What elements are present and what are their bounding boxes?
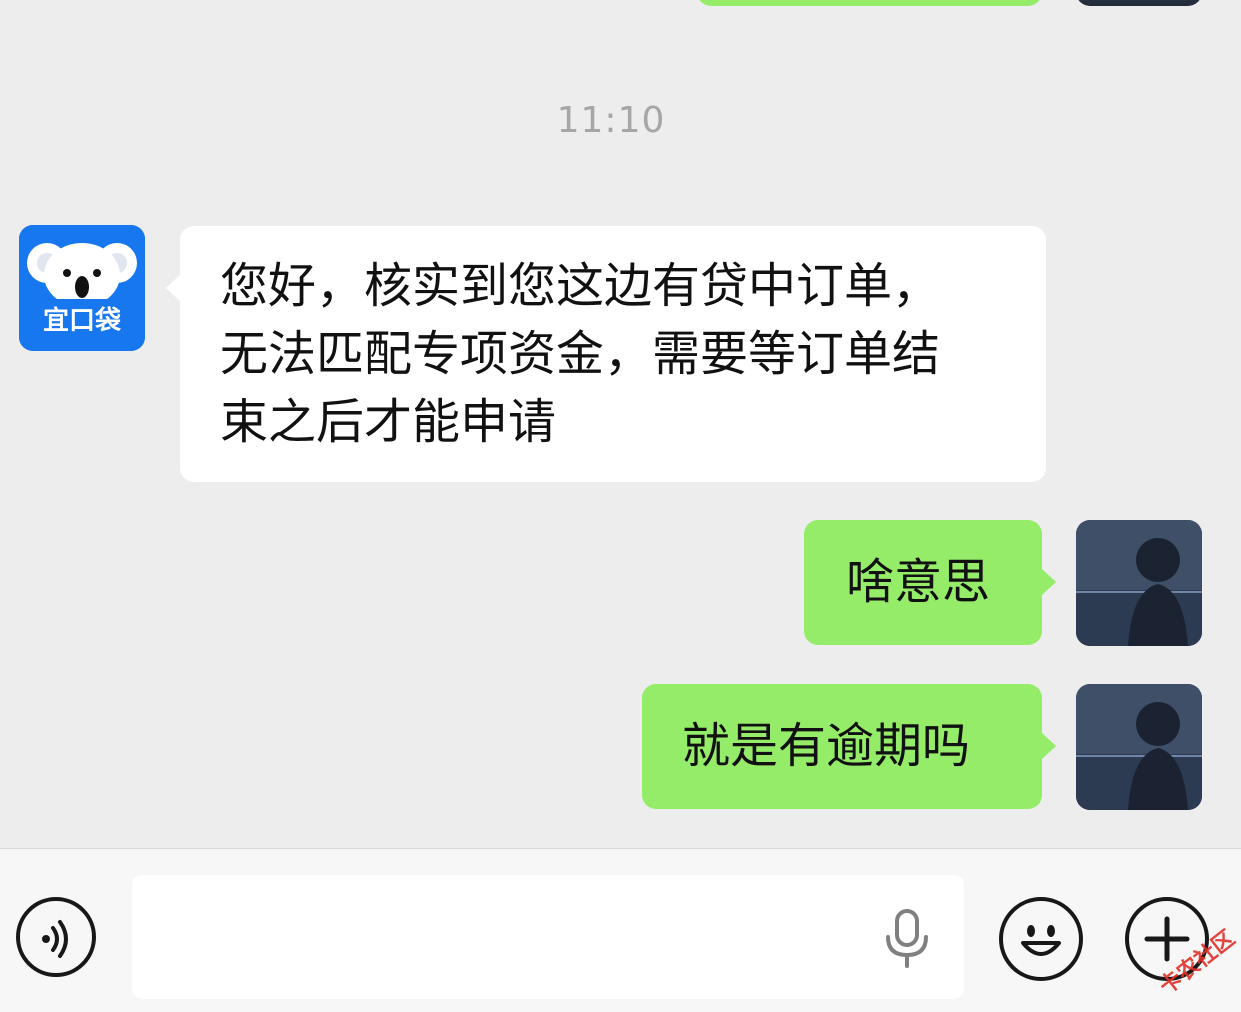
- user-photo: [1076, 520, 1202, 646]
- message-text: 就是有逾期吗: [682, 718, 971, 774]
- user-photo: [1076, 684, 1202, 810]
- plus-icon: [1144, 916, 1190, 962]
- bubble-tail: [166, 274, 181, 302]
- microphone-icon[interactable]: [882, 909, 932, 969]
- voice-mode-button[interactable]: [16, 897, 96, 977]
- previous-message-bubble[interactable]: [697, 0, 1042, 6]
- user-avatar[interactable]: [1076, 684, 1202, 810]
- message-timestamp: 11:10: [556, 100, 666, 141]
- bot-avatar[interactable]: 宜口袋: [19, 225, 145, 351]
- outgoing-message-bubble[interactable]: 就是有逾期吗: [642, 684, 1056, 809]
- outgoing-message-bubble[interactable]: 啥意思: [804, 520, 1056, 645]
- emoji-icon: [1021, 925, 1061, 956]
- message-line: 您好，核实到您这边有贷中订单，: [220, 258, 941, 314]
- message-line: 无法匹配专项资金，需要等订单结: [220, 326, 941, 382]
- emoji-button[interactable]: [999, 897, 1083, 981]
- voice-mode-icon: [42, 920, 68, 958]
- bot-logo-text: 宜口袋: [43, 305, 122, 336]
- bubble-tail: [1041, 568, 1056, 596]
- input-bar: [0, 848, 1241, 1012]
- bubble-tail: [1041, 732, 1056, 760]
- previous-user-avatar[interactable]: [1076, 0, 1202, 6]
- message-line: 束之后才能申请: [220, 394, 557, 450]
- incoming-message-bubble[interactable]: 您好，核实到您这边有贷中订单， 无法匹配专项资金，需要等订单结 束之后才能申请: [166, 226, 1046, 482]
- chat-area[interactable]: 11:10 宜口袋 您好，核实到您这边有贷中订单， 无法匹配专项资金，需要等订单…: [0, 0, 1241, 848]
- message-input[interactable]: [132, 875, 964, 999]
- message-text: 啥意思: [846, 554, 991, 610]
- user-avatar[interactable]: [1076, 520, 1202, 646]
- plus-button[interactable]: [1125, 897, 1209, 981]
- koala-icon: 宜口袋: [19, 225, 145, 351]
